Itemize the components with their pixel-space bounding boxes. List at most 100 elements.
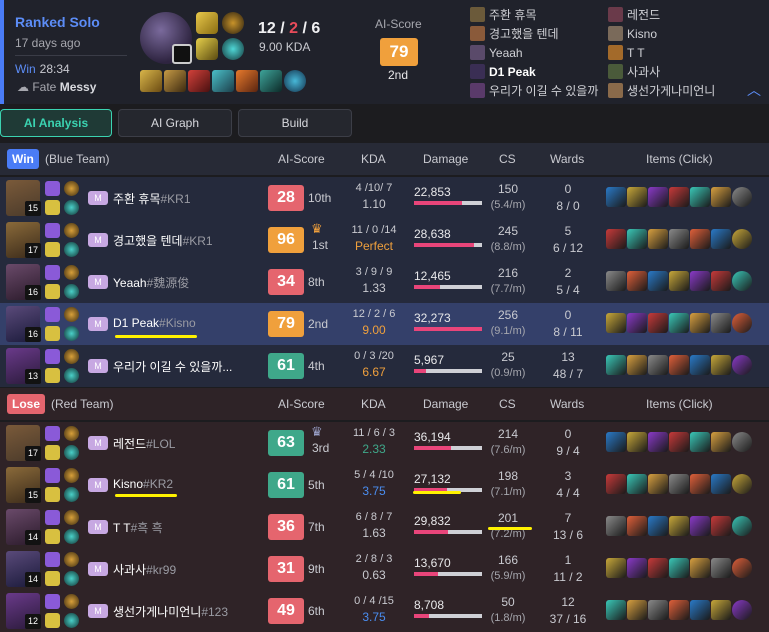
- item-icon[interactable]: [648, 187, 668, 207]
- champion-icon[interactable]: 15: [6, 467, 41, 503]
- item-build[interactable]: [606, 558, 753, 578]
- player-row[interactable]: 17 M 경고했을 텐데#KR1 96 ♛ 1st 11 / 0 /14 Perf…: [0, 219, 769, 261]
- champion-icon[interactable]: 12: [6, 593, 41, 629]
- summoner-name[interactable]: 사과사#kr99: [113, 561, 176, 578]
- roster-player[interactable]: T T: [608, 44, 715, 63]
- roster-player[interactable]: 우리가 이길 수 있을까: [470, 82, 598, 101]
- item-icon[interactable]: [732, 474, 752, 494]
- champion-icon[interactable]: 14: [6, 551, 41, 587]
- item-icon[interactable]: [627, 600, 647, 620]
- summoner-name[interactable]: Yeaah#魏源俊: [113, 274, 189, 291]
- player-row[interactable]: 16 M D1 Peak#Kisno 79 2nd 12 / 2 / 6 9.00…: [0, 303, 769, 345]
- item-icon[interactable]: [606, 600, 626, 620]
- roster-player-self[interactable]: D1 Peak: [470, 63, 598, 82]
- player-row[interactable]: 15 M 주환 휴목#KR1 28 10th 4 /10/ 7 1.10 22,8…: [0, 177, 769, 219]
- item-build[interactable]: [606, 229, 753, 249]
- item-icon[interactable]: [711, 600, 731, 620]
- item-icon[interactable]: [648, 313, 668, 333]
- item-icon[interactable]: [669, 432, 689, 452]
- champion-icon[interactable]: 13: [6, 348, 41, 384]
- player-row[interactable]: 14 M T T#흑 흑 36 7th 6 / 8 / 7 1.63 29,832…: [0, 506, 769, 548]
- item-icon[interactable]: [627, 313, 647, 333]
- roster-player[interactable]: 사과사: [608, 63, 715, 82]
- item-icon[interactable]: [627, 558, 647, 578]
- item-icon[interactable]: [606, 516, 626, 536]
- player-row[interactable]: 17 M 레전드#LOL 63 ♛ 3rd 11 / 6 / 3 2.33 36,…: [0, 422, 769, 464]
- item-icon[interactable]: [711, 558, 731, 578]
- summoner-name[interactable]: 레전드#LOL: [113, 435, 175, 452]
- tab-ai-analysis[interactable]: AI Analysis: [0, 109, 112, 137]
- item-icon[interactable]: [669, 474, 689, 494]
- player-row[interactable]: 15 M Kisno#KR2 61 5th 5 / 4 /10 3.75 27,1…: [0, 464, 769, 506]
- item-icon[interactable]: [669, 355, 689, 375]
- item-icon[interactable]: [690, 558, 710, 578]
- item-icon[interactable]: [690, 313, 710, 333]
- item-icon[interactable]: [669, 558, 689, 578]
- roster-player[interactable]: 레전드: [608, 6, 715, 25]
- roster-player[interactable]: Kisno: [608, 25, 715, 44]
- item-icon[interactable]: [732, 313, 752, 333]
- item-build[interactable]: [606, 600, 753, 620]
- item-icon[interactable]: [711, 516, 731, 536]
- item-icon[interactable]: [669, 516, 689, 536]
- item-icon[interactable]: [669, 187, 689, 207]
- summoner-name[interactable]: 우리가 이길 수 있을까...: [113, 358, 232, 375]
- roster-player[interactable]: Yeaah: [470, 44, 598, 63]
- item-icon[interactable]: [711, 229, 731, 249]
- item-icon[interactable]: [669, 313, 689, 333]
- player-row[interactable]: 12 M 생선가게나미언니#123 49 6th 0 / 4 /15 3.75 8…: [0, 590, 769, 632]
- summoner-name[interactable]: T T#흑 흑: [113, 519, 163, 536]
- item-icon[interactable]: [711, 432, 731, 452]
- summoner-name[interactable]: 경고했을 텐데#KR1: [113, 232, 213, 249]
- item-icon[interactable]: [732, 600, 752, 620]
- item-icon[interactable]: [627, 355, 647, 375]
- item-icon[interactable]: [711, 355, 731, 375]
- item-icon[interactable]: [711, 474, 731, 494]
- item-icon[interactable]: [690, 355, 710, 375]
- item-icon[interactable]: [690, 432, 710, 452]
- item-icon[interactable]: [648, 474, 668, 494]
- item-icon[interactable]: [627, 432, 647, 452]
- item-icon[interactable]: [732, 516, 752, 536]
- item-icon[interactable]: [690, 600, 710, 620]
- item-icon[interactable]: [732, 432, 752, 452]
- item-icon[interactable]: [711, 313, 731, 333]
- champion-icon[interactable]: 16: [6, 306, 41, 342]
- champion-icon[interactable]: 16: [6, 264, 41, 300]
- item-icon[interactable]: [606, 558, 626, 578]
- item-icon[interactable]: [627, 187, 647, 207]
- item-build[interactable]: [606, 187, 753, 207]
- item-icon[interactable]: [606, 432, 626, 452]
- summoner-name[interactable]: Kisno#KR2: [113, 477, 173, 491]
- match-summary-card[interactable]: Ranked Solo 17 days ago Win 28:34 ☁ Fate …: [0, 0, 769, 104]
- roster-player[interactable]: 경고했을 텐데: [470, 25, 598, 44]
- item-icon[interactable]: [648, 516, 668, 536]
- item-build[interactable]: [606, 474, 753, 494]
- item-icon[interactable]: [690, 271, 710, 291]
- item-build[interactable]: [606, 313, 753, 333]
- tab-ai-graph[interactable]: AI Graph: [118, 109, 232, 137]
- summoner-name[interactable]: D1 Peak#Kisno: [113, 316, 196, 330]
- item-icon[interactable]: [669, 271, 689, 291]
- tab-build[interactable]: Build: [238, 109, 352, 137]
- item-icon[interactable]: [606, 474, 626, 494]
- champion-icon[interactable]: 17: [6, 425, 41, 461]
- item-icon[interactable]: [606, 355, 626, 375]
- player-row[interactable]: 14 M 사과사#kr99 31 9th 2 / 8 / 3 0.63 13,67…: [0, 548, 769, 590]
- roster-player[interactable]: 주환 휴목: [470, 6, 598, 25]
- item-icon[interactable]: [732, 355, 752, 375]
- item-icon[interactable]: [606, 187, 626, 207]
- item-icon[interactable]: [690, 229, 710, 249]
- item-build[interactable]: [606, 355, 753, 375]
- player-row[interactable]: 16 M Yeaah#魏源俊 34 8th 3 / 9 / 9 1.33 12,4…: [0, 261, 769, 303]
- item-icon[interactable]: [711, 271, 731, 291]
- item-icon[interactable]: [606, 229, 626, 249]
- item-build[interactable]: [606, 271, 753, 291]
- item-build[interactable]: [606, 432, 753, 452]
- summoner-name[interactable]: 생선가게나미언니#123: [113, 603, 228, 620]
- item-icon[interactable]: [648, 355, 668, 375]
- item-icon[interactable]: [732, 229, 752, 249]
- roster-player[interactable]: 생선가게나미언니: [608, 82, 715, 101]
- item-icon[interactable]: [669, 600, 689, 620]
- champion-icon[interactable]: 14: [6, 509, 41, 545]
